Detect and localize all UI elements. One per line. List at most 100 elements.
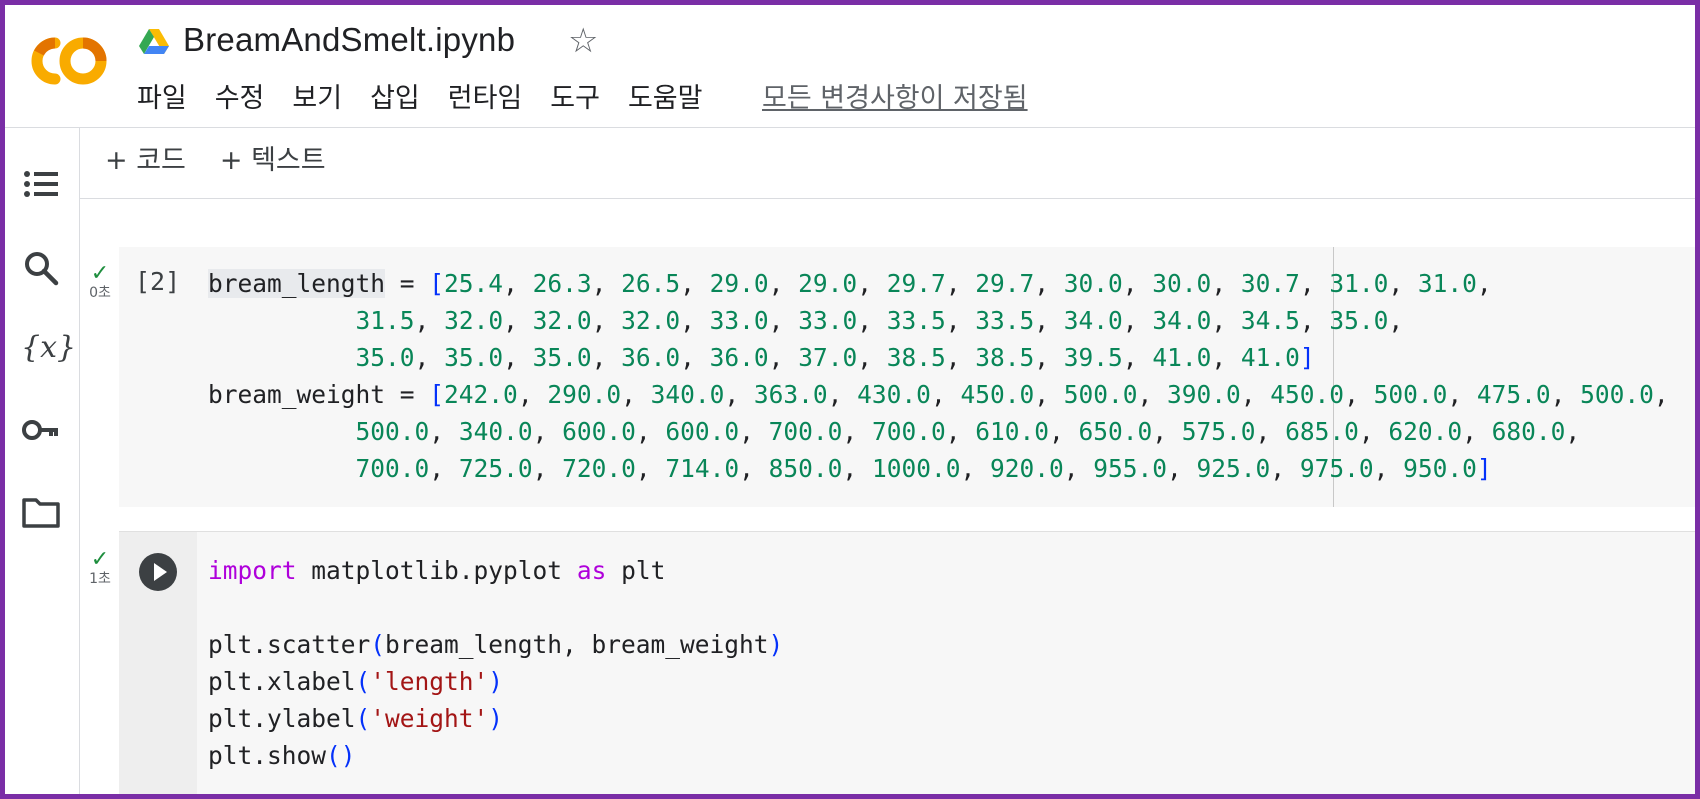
- star-icon[interactable]: ☆: [568, 21, 598, 61]
- cell-1-exec-count: [2]: [135, 267, 181, 296]
- list-number: 33.5: [886, 306, 946, 335]
- menu-help[interactable]: 도움말: [628, 79, 703, 119]
- list-number: 38.5: [886, 343, 946, 372]
- colab-window: BreamAndSmelt.ipynb ☆ 파일 수정 보기 삽입 런타임 도구…: [0, 0, 1700, 799]
- list-number: 450.0: [960, 380, 1035, 409]
- weight-line-2: 500.0, 340.0, 600.0, 600.0, 700.0, 700.0…: [355, 417, 1595, 446]
- list-number: 950.0: [1403, 454, 1477, 483]
- show-call: plt.show: [208, 741, 327, 770]
- list-number: 29.7: [975, 269, 1035, 298]
- weight-line-1: 242.0, 290.0, 340.0, 363.0, 430.0, 450.0…: [444, 380, 1684, 409]
- list-number: 685.0: [1285, 417, 1359, 446]
- checkmark-icon: ✓: [90, 261, 110, 286]
- variables-icon[interactable]: {x}: [21, 328, 76, 368]
- module-alias: plt: [621, 556, 666, 585]
- cell-2-exec-time: 1초: [89, 571, 111, 587]
- add-code-button[interactable]: + 코드: [105, 143, 186, 179]
- list-number: 32.0: [621, 306, 681, 335]
- list-number: 37.0: [798, 343, 858, 372]
- key-icon[interactable]: [21, 410, 61, 450]
- list-number: 500.0: [1373, 380, 1448, 409]
- scatter-call: plt.scatter: [208, 630, 371, 659]
- xlabel-arg: 'length': [370, 667, 489, 696]
- cell-1-status: ✓ 0초: [85, 261, 115, 302]
- list-number: 39.5: [1063, 343, 1123, 372]
- search-icon[interactable]: [21, 248, 61, 288]
- toc-icon[interactable]: [21, 164, 61, 204]
- menu-runtime[interactable]: 런타임: [448, 79, 523, 119]
- list-number: 620.0: [1388, 417, 1463, 446]
- list-number: 41.0: [1152, 343, 1212, 372]
- list-number: 1000.0: [871, 454, 961, 483]
- weight-line-3: 700.0, 725.0, 720.0, 714.0, 850.0, 1000.…: [355, 454, 1477, 483]
- list-number: 34.0: [1152, 306, 1212, 335]
- list-number: 700.0: [768, 417, 843, 446]
- ylabel-arg: 'weight': [370, 704, 489, 733]
- list-number: 500.0: [1580, 380, 1654, 409]
- list-number: 32.0: [444, 306, 504, 335]
- var-bream-length: bream_length: [208, 269, 386, 298]
- checkmark-icon: ✓: [90, 547, 110, 572]
- list-number: 925.0: [1196, 454, 1271, 483]
- var-bream-weight: bream_weight: [208, 380, 386, 409]
- list-number: 33.5: [975, 306, 1035, 335]
- list-number: 35.0: [1329, 306, 1389, 335]
- list-number: 450.0: [1270, 380, 1345, 409]
- list-number: 290.0: [547, 380, 622, 409]
- list-number: 35.0: [444, 343, 504, 372]
- save-status[interactable]: 모든 변경사항이 저장됨: [762, 79, 1028, 119]
- add-text-button[interactable]: + 텍스트: [220, 143, 326, 179]
- toolbar-divider: [79, 198, 1695, 199]
- list-number: 29.0: [798, 269, 858, 298]
- list-number: 31.0: [1329, 269, 1389, 298]
- menu-edit[interactable]: 수정: [215, 79, 265, 119]
- list-number: 363.0: [753, 380, 828, 409]
- list-number: 30.0: [1152, 269, 1212, 298]
- list-number: 610.0: [975, 417, 1049, 446]
- cell-1-code[interactable]: bream_length = [25.4, 26.3, 26.5, 29.0, …: [208, 265, 1683, 487]
- list-number: 850.0: [768, 454, 843, 483]
- xlabel-call: plt.xlabel: [208, 667, 356, 696]
- menu-tools[interactable]: 도구: [550, 79, 600, 119]
- header-divider: [5, 127, 1695, 128]
- run-cell-button[interactable]: [139, 553, 177, 591]
- ylabel-call: plt.ylabel: [208, 704, 356, 733]
- list-number: 31.0: [1417, 269, 1477, 298]
- list-number: 340.0: [650, 380, 725, 409]
- list-number: 920.0: [989, 454, 1064, 483]
- list-number: 500.0: [355, 417, 430, 446]
- notebook-toolbar: + 코드 + 텍스트: [105, 143, 326, 179]
- menu-insert[interactable]: 삽입: [370, 79, 420, 119]
- list-number: 955.0: [1093, 454, 1168, 483]
- list-number: 700.0: [355, 454, 430, 483]
- list-number: 600.0: [665, 417, 740, 446]
- bracket: ]: [1299, 343, 1315, 372]
- list-number: 242.0: [444, 380, 518, 409]
- list-number: 700.0: [871, 417, 946, 446]
- list-number: 714.0: [665, 454, 740, 483]
- list-number: 500.0: [1063, 380, 1138, 409]
- keyword-as: as: [576, 556, 607, 585]
- scatter-args: bream_length, bream_weight: [385, 630, 769, 659]
- menu-view[interactable]: 보기: [292, 79, 342, 119]
- list-number: 650.0: [1078, 417, 1153, 446]
- colab-logo[interactable]: [25, 33, 111, 89]
- bracket: [: [429, 269, 445, 298]
- list-number: 29.0: [709, 269, 769, 298]
- list-number: 30.0: [1063, 269, 1123, 298]
- list-number: 34.5: [1240, 306, 1300, 335]
- list-number: 25.4: [444, 269, 504, 298]
- list-number: 36.0: [709, 343, 769, 372]
- google-drive-icon[interactable]: [139, 27, 169, 55]
- notebook-title[interactable]: BreamAndSmelt.ipynb: [183, 21, 515, 59]
- list-number: 36.0: [621, 343, 681, 372]
- menu-file[interactable]: 파일: [137, 79, 187, 119]
- folder-icon[interactable]: [21, 492, 61, 532]
- menu-bar: 파일 수정 보기 삽입 런타임 도구 도움말: [137, 79, 731, 119]
- list-number: 35.0: [532, 343, 592, 372]
- list-number: 35.0: [355, 343, 415, 372]
- bracket: ]: [1476, 454, 1492, 483]
- cell-2-code[interactable]: import matplotlib.pyplot as plt plt.scat…: [208, 552, 783, 774]
- list-number: 30.7: [1240, 269, 1300, 298]
- list-number: 975.0: [1299, 454, 1374, 483]
